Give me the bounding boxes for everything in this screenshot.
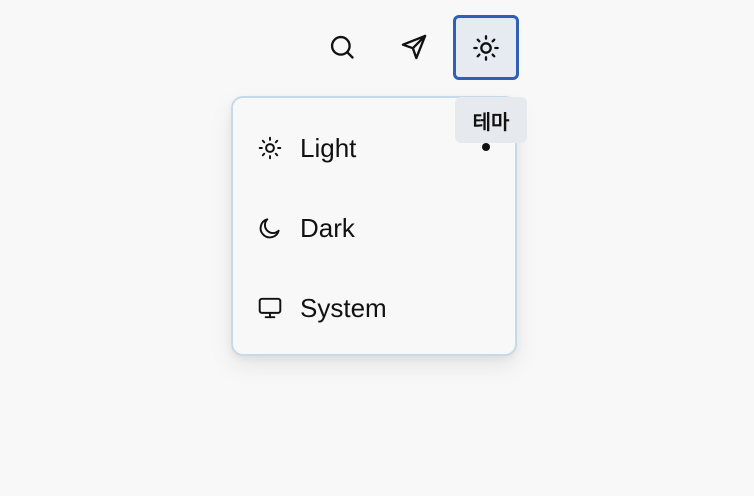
menu-item-label: Light (300, 133, 357, 163)
monitor-icon (257, 295, 283, 321)
sun-icon (473, 34, 499, 61)
send-button[interactable] (383, 16, 445, 78)
send-icon (401, 34, 427, 60)
menu-item-label: Dark (300, 213, 355, 243)
search-button[interactable] (311, 16, 373, 78)
menu-item-dark[interactable]: Dark (233, 200, 515, 256)
selected-indicator (482, 143, 490, 151)
moon-icon (257, 215, 283, 241)
menu-item-system[interactable]: System (233, 280, 515, 336)
menu-item-label: System (300, 293, 387, 323)
search-icon (330, 35, 354, 59)
theme-tooltip: 테마 (455, 97, 527, 143)
sun-icon (257, 135, 283, 161)
page: Light Dark System 테마 (0, 0, 754, 496)
theme-toggle-button[interactable] (453, 15, 519, 80)
